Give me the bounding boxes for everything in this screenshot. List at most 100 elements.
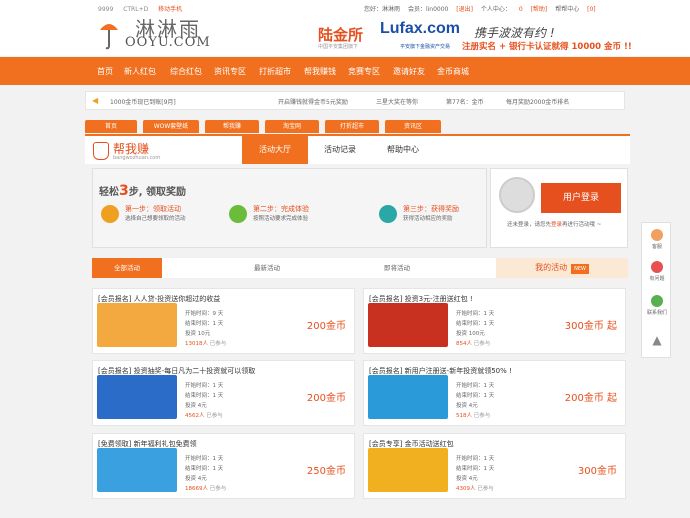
nav-redpacket[interactable]: 综合红包 bbox=[170, 66, 202, 77]
tab-activity-hall[interactable]: 活动大厅 bbox=[242, 136, 308, 164]
logout-link[interactable]: [退出] bbox=[456, 6, 473, 13]
nav-home[interactable]: 首页 bbox=[97, 66, 113, 77]
step-2-title: 第二步：完成体验 bbox=[253, 205, 309, 213]
tab-my-activities-label: 我的活动 bbox=[535, 263, 568, 272]
top-link-1[interactable]: 9999 bbox=[98, 6, 113, 13]
side-service-button[interactable]: 客服 bbox=[644, 229, 670, 250]
activity-image[interactable] bbox=[368, 375, 448, 419]
activity-count-suffix: 已参与 bbox=[209, 486, 227, 492]
subtab-discount[interactable]: 打折超市 bbox=[325, 120, 379, 133]
nav-mall[interactable]: 金币商城 bbox=[437, 66, 469, 77]
step-3-icon bbox=[379, 205, 397, 223]
subtab-wow[interactable]: WOW套壁纸 bbox=[143, 120, 199, 133]
help-center-link[interactable]: 帮帮中心 bbox=[555, 6, 579, 13]
promo-line-2[interactable]: 注册实名 + 银行卡认证就得 10000 金币 !! bbox=[462, 40, 632, 52]
activity-image[interactable] bbox=[97, 448, 177, 492]
activity-invest: 投资 4元 bbox=[456, 403, 478, 409]
subtab-taobao[interactable]: 淘宝网 bbox=[265, 120, 319, 133]
login-link[interactable]: 登录 bbox=[551, 222, 562, 228]
user-login-button[interactable]: 用户登录 bbox=[541, 183, 621, 213]
tab-help-center[interactable]: 帮助中心 bbox=[370, 136, 436, 164]
fox-avatar-icon bbox=[499, 177, 535, 213]
activity-card[interactable]: [会员专享] 金币活动送红包 开始时间：1 天 结束时间：1 天 投资 4元 4… bbox=[363, 433, 626, 499]
main-nav: 首页 新人红包 综合红包 资讯专区 打折超市 帮我赚钱 竞赛专区 邀请好友 金币… bbox=[0, 57, 690, 85]
side-toolbar: 客服 有问题 联系我们 ▲ bbox=[641, 222, 671, 358]
nav-discount[interactable]: 打折超市 bbox=[259, 66, 291, 77]
step-3-desc: 获得活动相应的奖励 bbox=[403, 216, 453, 222]
activity-end: 结束时间：1 天 bbox=[456, 393, 495, 399]
subtab-bwz[interactable]: 帮我赚 bbox=[205, 120, 259, 133]
tab-all-activities[interactable]: 全部活动 bbox=[92, 258, 162, 278]
activity-image[interactable] bbox=[97, 303, 177, 347]
step-2-desc: 按照活动要求完成体验 bbox=[253, 216, 309, 222]
nav-newbie[interactable]: 新人红包 bbox=[124, 66, 156, 77]
steps-title-pre: 轻松 bbox=[99, 187, 119, 198]
message-count[interactable]: [0] bbox=[587, 6, 596, 13]
lufax-banner[interactable]: 陆金所 Lufax.com 中国平安集团旗下 平安旗下金融资产交易 bbox=[318, 20, 460, 50]
activity-card[interactable]: [会员报名] 人人贷-投资送你超过的收益 开始时间：9 天 结束时间：1 天 投… bbox=[92, 288, 355, 354]
nav-contest[interactable]: 竞赛专区 bbox=[348, 66, 380, 77]
activity-card[interactable]: [会员报名] 投资3元-注册送红包 ! 开始时间：1 天 结束时间：1 天 投资… bbox=[363, 288, 626, 354]
activity-card[interactable]: [免费领取] 新年福利礼包免费领 开始时间：1 天 结束时间：1 天 投资 4元… bbox=[92, 433, 355, 499]
user-coins: 0 bbox=[518, 6, 523, 13]
login-box: 用户登录 还未登录，请您先登录再进行活动哦 ~ bbox=[490, 168, 628, 248]
nav-invite[interactable]: 邀请好友 bbox=[393, 66, 425, 77]
activity-image[interactable] bbox=[97, 375, 177, 419]
activity-card[interactable]: [会员报名] 投资抽奖-每日凡为二十投资就可以领取 开始时间：1 天 结束时间：… bbox=[92, 360, 355, 426]
activity-tabs: 全部活动 最新活动 即将活动 我的活动 NEW bbox=[92, 258, 628, 278]
question-icon bbox=[651, 261, 663, 273]
activity-count-value: 518人 bbox=[456, 413, 472, 419]
steps-title-post: 步, 领取奖励 bbox=[128, 187, 187, 198]
activity-count-value: 4562人 bbox=[185, 413, 205, 419]
activity-count-value: 13018人 bbox=[185, 341, 208, 347]
activity-count: 18669人 已参与 bbox=[185, 484, 226, 492]
tab-my-activities[interactable]: 我的活动 NEW bbox=[496, 258, 628, 278]
tab-activity-records[interactable]: 活动记录 bbox=[307, 136, 373, 164]
activity-title[interactable]: [会员专享] 金币活动送红包 bbox=[369, 439, 454, 449]
nav-news[interactable]: 资讯专区 bbox=[214, 66, 246, 77]
notice-item[interactable]: 1000金币现已到账[9月] bbox=[110, 97, 176, 106]
site-logo-domain: OOYU.COM bbox=[125, 35, 211, 50]
activity-start: 开始时间：1 天 bbox=[185, 383, 224, 389]
activity-count-suffix: 已参与 bbox=[206, 413, 223, 419]
notice-item[interactable]: 开启赚钱就得金币5元奖励 bbox=[278, 97, 348, 106]
activity-title[interactable]: [会员报名] 投资3元-注册送红包 ! bbox=[369, 294, 473, 304]
activity-title[interactable]: [会员报名] 新用户注册送-新年投资就领50% ! bbox=[369, 366, 512, 376]
activity-reward: 200金币 bbox=[306, 321, 346, 332]
subtab-home[interactable]: 首页 bbox=[85, 120, 137, 133]
tab-latest-activities[interactable]: 最新活动 bbox=[232, 258, 302, 278]
notice-item[interactable]: 每月奖励2000金币排名 bbox=[506, 97, 569, 106]
contact-icon bbox=[651, 295, 663, 307]
top-link-3[interactable]: 移动手机 bbox=[158, 6, 182, 13]
activity-title[interactable]: [会员报名] 人人贷-投资送你超过的收益 bbox=[98, 294, 220, 304]
promo-line-1: 携手波波有约 ! bbox=[474, 26, 555, 40]
activity-reward: 300金币 起 bbox=[564, 321, 617, 332]
step-2-icon bbox=[229, 205, 247, 223]
login-hint: 还未登录，请您先登录再进行活动哦 ~ bbox=[507, 221, 615, 230]
tab-upcoming-activities[interactable]: 即将活动 bbox=[362, 258, 432, 278]
help-link[interactable]: [帮助] bbox=[531, 6, 548, 13]
activity-invest: 投资 4元 bbox=[185, 476, 207, 482]
notice-item[interactable]: 第77名：金币 bbox=[446, 97, 484, 106]
activity-start: 开始时间：1 天 bbox=[456, 456, 495, 462]
top-link-2[interactable]: CTRL+D bbox=[123, 6, 148, 13]
side-contact-button[interactable]: 联系我们 bbox=[644, 295, 670, 316]
user-center-link[interactable]: 个人中心： bbox=[481, 6, 511, 13]
step-3-title: 第三步：获得奖励 bbox=[403, 205, 459, 213]
activity-title[interactable]: [会员报名] 投资抽奖-每日凡为二十投资就可以领取 bbox=[98, 366, 255, 376]
activity-invest: 投资 10元 bbox=[185, 331, 211, 337]
activity-image[interactable] bbox=[368, 303, 448, 347]
activity-card[interactable]: [会员报名] 新用户注册送-新年投资就领50% ! 开始时间：1 天 结束时间：… bbox=[363, 360, 626, 426]
side-question-button[interactable]: 有问题 bbox=[644, 261, 670, 282]
notice-bar: ◀ 1000金币现已到账[9月] 开启赚钱就得金币5元奖励 三星大奖在等你 第7… bbox=[85, 91, 625, 110]
activity-invest: 投资 100元 bbox=[456, 331, 485, 337]
activity-image[interactable] bbox=[368, 448, 448, 492]
steps-title: 轻松3步, 领取奖励 bbox=[99, 183, 186, 199]
user-account: 会员：lin0000 bbox=[407, 6, 449, 13]
notice-item[interactable]: 三星大奖在等你 bbox=[376, 97, 418, 106]
subtab-news[interactable]: 资讯区 bbox=[385, 120, 441, 133]
nav-earn[interactable]: 帮我赚钱 bbox=[304, 66, 336, 77]
back-to-top-icon[interactable]: ▲ bbox=[644, 333, 670, 347]
activity-title[interactable]: [免费领取] 新年福利礼包免费领 bbox=[98, 439, 197, 449]
site-header: 9999 CTRL+D 移动手机 淋淋雨 OOYU.COM 陆金所 Lufax.… bbox=[0, 0, 690, 56]
